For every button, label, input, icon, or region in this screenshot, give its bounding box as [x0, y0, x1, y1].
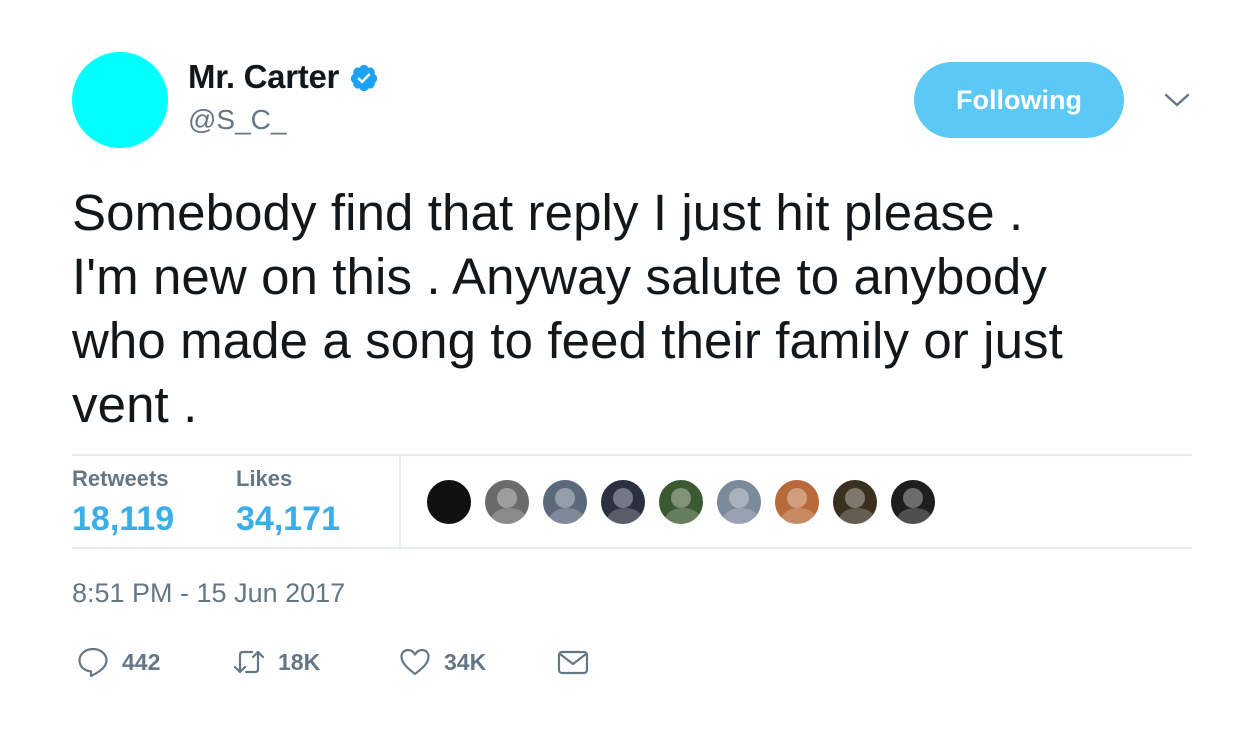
liker-face: [903, 488, 923, 508]
liker-avatar[interactable]: [773, 478, 821, 526]
liker-avatars: [425, 478, 937, 526]
likes-label: Likes: [236, 466, 293, 491]
divider: [72, 547, 1192, 549]
like-count: 34K: [444, 648, 487, 675]
liker-face: [497, 488, 517, 508]
retweets-label: Retweets: [72, 466, 169, 491]
retweet-button[interactable]: 18K: [232, 644, 320, 680]
liker-face: [555, 488, 575, 508]
retweet-count: 18K: [278, 648, 321, 675]
following-button[interactable]: Following: [914, 62, 1124, 138]
liker-shoulders: [665, 508, 701, 524]
liker-shoulders: [723, 508, 759, 524]
timestamp[interactable]: 8:51 PM - 15 Jun 2017: [72, 578, 345, 609]
liker-avatar[interactable]: [483, 478, 531, 526]
direct-message-button[interactable]: [556, 644, 590, 680]
liker-avatar[interactable]: [425, 478, 473, 526]
liker-shoulders: [607, 508, 643, 524]
retweets-stat[interactable]: Retweets 18,119: [72, 466, 174, 539]
liker-avatar[interactable]: [715, 478, 763, 526]
likes-count: 34,171: [236, 500, 340, 538]
reply-button[interactable]: 442: [76, 644, 160, 680]
liker-avatar[interactable]: [599, 478, 647, 526]
liker-shoulders: [491, 508, 527, 524]
chevron-down-icon[interactable]: [1162, 88, 1192, 112]
tweet-card: Mr. Carter @S_C_ Following Somebody find…: [0, 0, 1256, 732]
liker-avatar[interactable]: [831, 478, 879, 526]
liker-face: [613, 488, 633, 508]
reply-count: 442: [122, 648, 161, 675]
liker-face: [729, 488, 749, 508]
liker-avatar[interactable]: [541, 478, 589, 526]
likes-stat[interactable]: Likes 34,171: [236, 466, 340, 539]
liker-face: [671, 488, 691, 508]
heart-icon: [400, 648, 430, 676]
liker-shoulders: [549, 508, 585, 524]
liker-face: [845, 488, 865, 508]
liker-avatar[interactable]: [657, 478, 705, 526]
liker-face: [787, 488, 807, 508]
retweet-icon: [233, 650, 265, 674]
reply-icon: [78, 647, 108, 678]
envelope-icon: [557, 650, 589, 675]
tweet-text: Somebody find that reply I just hit plea…: [72, 184, 1063, 433]
divider: [72, 454, 1192, 456]
divider: [399, 456, 401, 547]
display-name[interactable]: Mr. Carter: [188, 58, 339, 96]
handle[interactable]: @S_C_: [188, 104, 286, 136]
liker-avatar[interactable]: [889, 478, 937, 526]
author-name-row: Mr. Carter: [188, 58, 379, 96]
avatar[interactable]: [72, 52, 168, 148]
liker-shoulders: [897, 508, 933, 524]
verified-badge-icon: [350, 64, 378, 92]
liker-shoulders: [839, 508, 875, 524]
like-button[interactable]: 34K: [398, 644, 486, 680]
retweets-count: 18,119: [72, 500, 175, 538]
liker-shoulders: [781, 508, 817, 524]
